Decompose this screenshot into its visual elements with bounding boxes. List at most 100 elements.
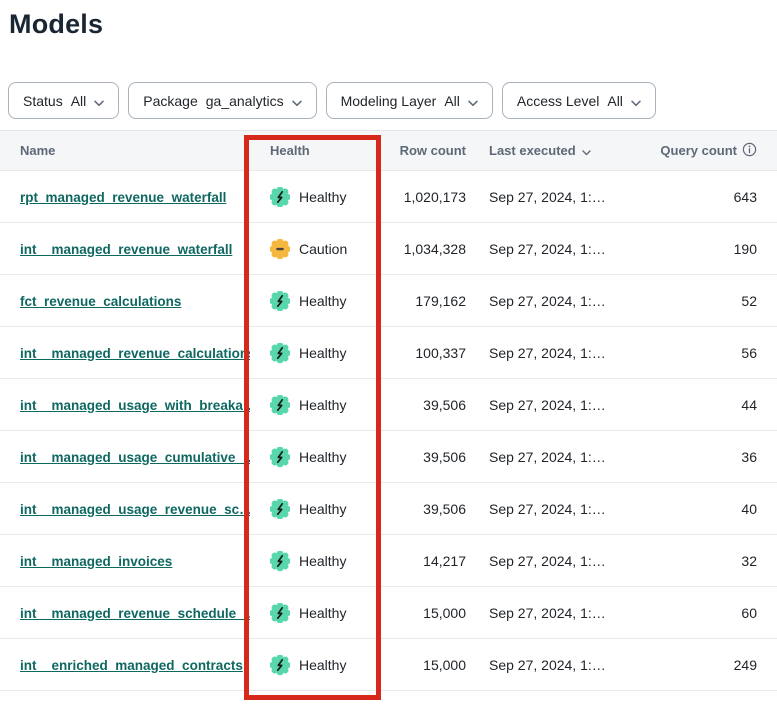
table-row: fct_revenue_calculations	[0, 275, 777, 327]
chevron-down-icon	[292, 94, 302, 110]
health-label: Healthy	[299, 553, 346, 569]
model-name-link[interactable]: int__managed_revenue_waterfall	[20, 242, 232, 257]
filter-value: All	[444, 93, 460, 109]
filter-bar: Status All Package ga_analytics Modeling…	[8, 82, 769, 119]
row-count-value: 14,217	[382, 553, 466, 569]
model-name-link[interactable]: fct_revenue_calculations	[20, 294, 181, 309]
last-executed-value: Sep 27, 2024, 1:…	[466, 293, 641, 309]
table-row: int__managed_invoices	[0, 535, 777, 587]
last-executed-value: Sep 27, 2024, 1:…	[466, 605, 641, 621]
filter-value: ga_analytics	[206, 93, 284, 109]
query-count-value: 643	[641, 189, 777, 205]
table-row: int__managed_revenue_waterfall	[0, 223, 777, 275]
column-header-label: Query count	[660, 143, 737, 158]
health-label: Healthy	[299, 345, 346, 361]
filter-label: Modeling Layer	[341, 93, 437, 109]
healthy-status-icon	[270, 447, 290, 467]
model-name-link[interactable]: int__enriched_managed_contracts	[20, 658, 243, 673]
health-cell: Healthy	[250, 655, 382, 675]
healthy-status-icon	[270, 499, 290, 519]
row-count-value: 1,034,328	[382, 241, 466, 257]
row-count-value: 39,506	[382, 397, 466, 413]
query-count-value: 56	[641, 345, 777, 361]
chevron-down-icon	[468, 94, 478, 110]
models-table: Name Health Row count Last executed Quer…	[0, 130, 777, 691]
table-row: rpt_managed_revenue_waterfall	[0, 171, 777, 223]
health-cell: Healthy	[250, 291, 382, 311]
health-label: Healthy	[299, 449, 346, 465]
filter-value: All	[71, 93, 87, 109]
query-count-value: 44	[641, 397, 777, 413]
filter-label: Status	[23, 93, 63, 109]
table-row: int__managed_revenue_calculations	[0, 327, 777, 379]
health-cell: Healthy	[250, 187, 382, 207]
modeling-layer-filter[interactable]: Modeling Layer All	[326, 82, 493, 119]
health-label: Healthy	[299, 189, 346, 205]
status-filter[interactable]: Status All	[8, 82, 119, 119]
model-name-link[interactable]: int__managed_revenue_calculations	[20, 346, 250, 361]
chevron-down-icon	[631, 94, 641, 110]
last-executed-value: Sep 27, 2024, 1:…	[466, 553, 641, 569]
info-icon[interactable]	[742, 142, 757, 160]
healthy-status-icon	[270, 187, 290, 207]
filter-value: All	[607, 93, 623, 109]
health-cell: Caution	[250, 239, 382, 259]
table-header-row: Name Health Row count Last executed Quer…	[0, 130, 777, 171]
health-label: Healthy	[299, 397, 346, 413]
healthy-status-icon	[270, 655, 290, 675]
last-executed-value: Sep 27, 2024, 1:…	[466, 189, 641, 205]
filter-label: Package	[143, 93, 197, 109]
health-label: Caution	[299, 241, 347, 257]
column-header-health[interactable]: Health	[250, 143, 382, 158]
page-title: Models	[9, 8, 777, 40]
table-row: int__managed_revenue_schedule_…	[0, 587, 777, 639]
model-name-link[interactable]: int__managed_usage_cumulative_…	[20, 450, 250, 465]
row-count-value: 1,020,173	[382, 189, 466, 205]
healthy-status-icon	[270, 291, 290, 311]
table-row: int__managed_usage_cumulative_…	[0, 431, 777, 483]
row-count-value: 15,000	[382, 605, 466, 621]
query-count-value: 249	[641, 657, 777, 673]
chevron-down-icon	[94, 94, 104, 110]
row-count-value: 100,337	[382, 345, 466, 361]
last-executed-value: Sep 27, 2024, 1:…	[466, 397, 641, 413]
column-header-label: Last executed	[489, 143, 576, 158]
health-label: Healthy	[299, 605, 346, 621]
caution-status-icon	[270, 239, 290, 259]
filter-label: Access Level	[517, 93, 599, 109]
health-label: Healthy	[299, 657, 346, 673]
package-filter[interactable]: Package ga_analytics	[128, 82, 316, 119]
query-count-value: 32	[641, 553, 777, 569]
column-header-last-executed[interactable]: Last executed	[466, 142, 641, 159]
sort-chevron-down-icon	[582, 144, 591, 159]
last-executed-value: Sep 27, 2024, 1:…	[466, 501, 641, 517]
model-name-link[interactable]: rpt_managed_revenue_waterfall	[20, 190, 226, 205]
last-executed-value: Sep 27, 2024, 1:…	[466, 449, 641, 465]
column-header-row-count[interactable]: Row count	[382, 143, 466, 158]
row-count-value: 39,506	[382, 449, 466, 465]
model-name-link[interactable]: int__managed_invoices	[20, 554, 172, 569]
health-cell: Healthy	[250, 447, 382, 467]
query-count-value: 36	[641, 449, 777, 465]
row-count-value: 179,162	[382, 293, 466, 309]
health-cell: Healthy	[250, 499, 382, 519]
table-row: int__managed_usage_with_breaka…	[0, 379, 777, 431]
model-name-link[interactable]: int__managed_revenue_schedule_…	[20, 606, 250, 621]
query-count-value: 52	[641, 293, 777, 309]
query-count-value: 40	[641, 501, 777, 517]
model-name-link[interactable]: int__managed_usage_revenue_sc…	[20, 502, 250, 517]
health-cell: Healthy	[250, 603, 382, 623]
query-count-value: 190	[641, 241, 777, 257]
health-cell: Healthy	[250, 343, 382, 363]
access-level-filter[interactable]: Access Level All	[502, 82, 656, 119]
column-header-name[interactable]: Name	[0, 143, 250, 158]
health-label: Healthy	[299, 293, 346, 309]
row-count-value: 15,000	[382, 657, 466, 673]
model-name-link[interactable]: int__managed_usage_with_breaka…	[20, 398, 250, 413]
table-body: rpt_managed_revenue_waterfall	[0, 171, 777, 691]
healthy-status-icon	[270, 343, 290, 363]
last-executed-value: Sep 27, 2024, 1:…	[466, 657, 641, 673]
healthy-status-icon	[270, 603, 290, 623]
column-header-query-count[interactable]: Query count	[641, 141, 777, 160]
health-cell: Healthy	[250, 395, 382, 415]
